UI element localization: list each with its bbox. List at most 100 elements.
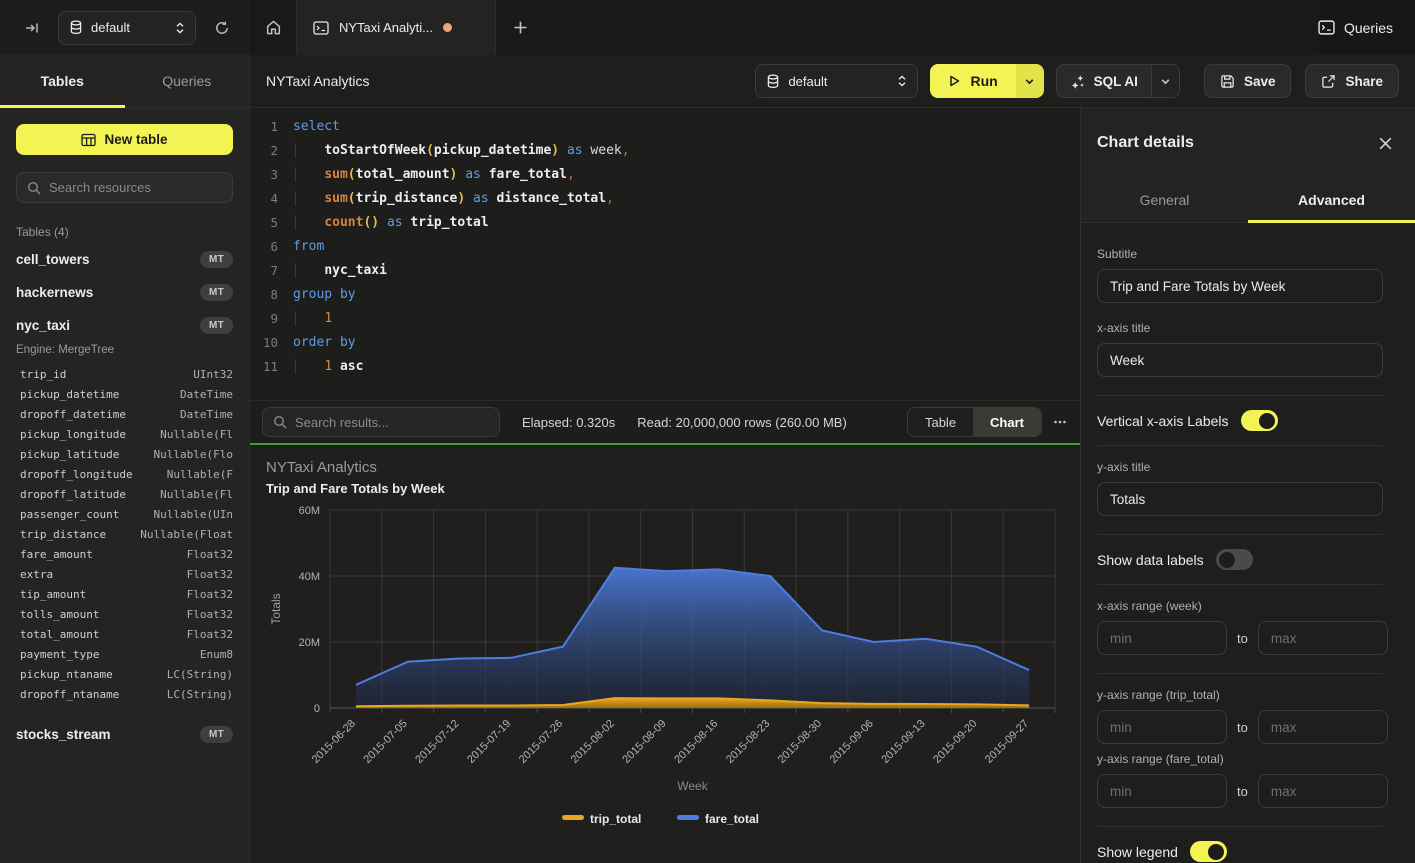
column-row: fare_amountFloat32 [16, 544, 233, 564]
svg-text:0: 0 [314, 703, 320, 715]
queries-button-label: Queries [1344, 20, 1393, 36]
results-bar: Elapsed: 0.320s Read: 20,000,000 rows (2… [250, 400, 1080, 445]
code-line: 6from [250, 235, 1080, 259]
home-icon[interactable] [250, 0, 296, 55]
divider [1097, 826, 1383, 827]
column-row: total_amountFloat32 [16, 624, 233, 644]
run-database-selector[interactable]: default [755, 64, 918, 98]
table-name: cell_towers [16, 252, 90, 267]
sidebar-tabs: Tables Queries [0, 55, 249, 108]
xaxis-range-max-field[interactable] [1258, 621, 1388, 655]
chevron-updown-icon [175, 21, 185, 35]
yaxis-title-field[interactable] [1097, 482, 1383, 516]
code-line: 9 1 [250, 307, 1080, 331]
vertical-xaxis-labels-toggle[interactable] [1241, 410, 1278, 431]
database-selector-value: default [91, 20, 167, 35]
svg-text:2015-08-23: 2015-08-23 [724, 718, 772, 766]
line-number: 11 [250, 355, 278, 379]
sidebar-search-input[interactable] [49, 180, 225, 195]
yaxis-title-label: y-axis title [1097, 460, 1383, 474]
column-row: payment_typeEnum8 [16, 644, 233, 664]
svg-text:2015-06-28: 2015-06-28 [310, 718, 358, 766]
sql-ai-chevron[interactable] [1151, 65, 1179, 97]
close-icon[interactable] [1378, 136, 1393, 151]
code-line: 8group by [250, 283, 1080, 307]
subtitle-field[interactable] [1097, 269, 1383, 303]
sidebar-tab-tables[interactable]: Tables [0, 55, 125, 107]
show-legend-toggle[interactable] [1190, 841, 1227, 862]
engine-detail: Engine: MergeTree [16, 344, 233, 356]
sql-ai-button[interactable]: SQL AI [1056, 64, 1180, 98]
column-row: tolls_amountFloat32 [16, 604, 233, 624]
xaxis-range-min-field[interactable] [1097, 621, 1227, 655]
new-table-button[interactable]: New table [16, 124, 233, 155]
code-line: 7 nyc_taxi [250, 259, 1080, 283]
database-icon [69, 20, 83, 35]
table-row[interactable]: nyc_taxi MT [16, 309, 233, 342]
elapsed-stat: Elapsed: 0.320s [522, 415, 615, 430]
terminal-icon [1318, 20, 1335, 35]
code-line: 4 sum(trip_distance) as distance_total, [250, 187, 1080, 211]
svg-text:2015-09-06: 2015-09-06 [828, 718, 876, 766]
queries-button[interactable]: Queries [1318, 20, 1393, 36]
legend-item-trip_total[interactable]: trip_total [562, 812, 641, 826]
column-row: tip_amountFloat32 [16, 584, 233, 604]
new-tab-icon[interactable] [496, 0, 544, 55]
view-toggle-chart[interactable]: Chart [973, 408, 1041, 436]
table-row[interactable]: cell_towersMT [16, 243, 233, 276]
code-line: 1select [250, 115, 1080, 139]
topbar-right-section: Queries [1318, 0, 1415, 55]
share-icon [1321, 74, 1336, 89]
columns-list: trip_idUInt32pickup_datetimeDateTimedrop… [16, 364, 233, 704]
save-button[interactable]: Save [1204, 64, 1292, 98]
engine-badge: MT [200, 317, 233, 334]
xaxis-range-label: x-axis range (week) [1097, 599, 1383, 613]
yaxis-range-trip-max-field[interactable] [1258, 710, 1388, 744]
column-row: dropoff_longitudeNullable(F [16, 464, 233, 484]
run-options-chevron[interactable] [1016, 64, 1044, 98]
top-bar: default NYTaxi Analyti... Queries [0, 0, 1415, 55]
svg-text:2015-08-16: 2015-08-16 [672, 718, 720, 766]
svg-text:20M: 20M [299, 637, 320, 649]
yaxis-range-fare-min-field[interactable] [1097, 774, 1227, 808]
xaxis-title-field[interactable] [1097, 343, 1383, 377]
tab-nytaxi-analytics[interactable]: NYTaxi Analyti... [296, 0, 496, 55]
table-row[interactable]: hackernewsMT [16, 276, 233, 309]
engine-badge: MT [200, 726, 233, 743]
column-row: passenger_countNullable(UIn [16, 504, 233, 524]
refresh-icon[interactable] [208, 14, 236, 42]
table-name: nyc_taxi [16, 318, 70, 333]
column-row: extraFloat32 [16, 564, 233, 584]
share-button[interactable]: Share [1305, 64, 1399, 98]
database-selector[interactable]: default [58, 11, 196, 45]
show-data-labels-toggle[interactable] [1216, 549, 1253, 570]
results-search-input[interactable] [295, 415, 489, 430]
divider [1097, 445, 1383, 446]
show-legend-label: Show legend [1097, 844, 1178, 860]
collapse-sidebar-icon[interactable] [18, 14, 46, 42]
share-label: Share [1345, 74, 1383, 89]
sidebar-tab-queries[interactable]: Queries [125, 55, 250, 107]
line-number: 6 [250, 235, 278, 259]
table-grid-icon [81, 133, 96, 147]
terminal-icon [313, 21, 329, 35]
more-options-icon[interactable] [1052, 414, 1068, 430]
tab-general[interactable]: General [1081, 178, 1248, 222]
line-number: 8 [250, 283, 278, 307]
database-icon [766, 74, 780, 89]
yaxis-range-fare-max-field[interactable] [1258, 774, 1388, 808]
tab-advanced[interactable]: Advanced [1248, 178, 1415, 222]
sql-editor[interactable]: 1select2 toStartOfWeek(pickup_datetime) … [250, 108, 1080, 400]
view-toggle-table[interactable]: Table [908, 408, 973, 436]
svg-text:2015-09-27: 2015-09-27 [983, 718, 1031, 766]
yaxis-range-fare-label: y-axis range (fare_total) [1097, 752, 1383, 766]
legend-item-fare_total[interactable]: fare_total [677, 812, 759, 826]
column-row: pickup_ntanameLC(String) [16, 664, 233, 684]
results-search [262, 407, 500, 437]
yaxis-range-trip-min-field[interactable] [1097, 710, 1227, 744]
chart-details-tabs: General Advanced [1081, 178, 1415, 223]
query-toolbar: NYTaxi Analytics default Run SQL AI Save… [250, 55, 1415, 108]
run-button[interactable]: Run [930, 64, 1043, 98]
table-row[interactable]: stocks_streamMT [16, 718, 233, 751]
svg-text:2015-08-09: 2015-08-09 [620, 718, 668, 766]
